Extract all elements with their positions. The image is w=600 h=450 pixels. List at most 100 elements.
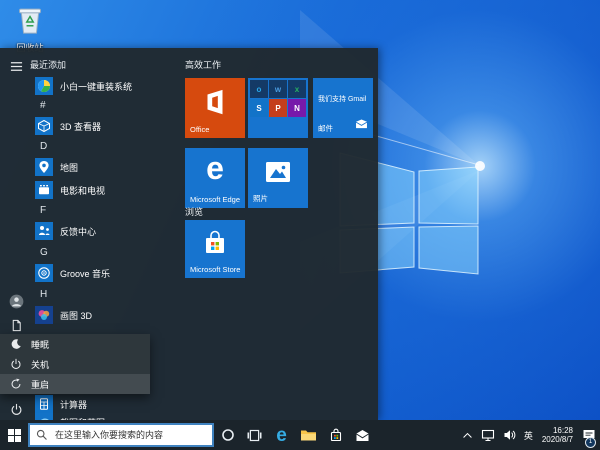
restart-label: 重启 [31,378,49,391]
app-label: 小白一键重装系统 [60,80,132,93]
chevron-up-icon [462,431,473,440]
app-label: 反馈中心 [60,225,96,238]
office-apps-folder-tile[interactable]: o w x S P N [248,78,308,138]
store-taskbar-button[interactable] [322,420,349,450]
store-tile[interactable]: Microsoft Store [185,220,245,278]
xiaobai-app-icon [35,77,53,95]
notification-badge: 1 [585,437,596,448]
restart-icon [9,377,23,391]
shutdown-power-icon [9,357,23,371]
sleep-menu-item[interactable]: 睡眠 [0,334,150,354]
app-item-calculator[interactable]: 计算器 [30,395,180,413]
app-item-feedback-hub[interactable]: 反馈中心 [30,222,180,240]
photos-icon [248,160,308,184]
mail-taskbar-button[interactable] [349,420,376,450]
photos-tile[interactable]: 照片 [248,148,308,208]
shutdown-menu-item[interactable]: 关机 [0,354,150,374]
windows-logo-icon [8,429,21,442]
app-item-groove-music[interactable]: Groove 音乐 [30,264,180,282]
tile-group-title-browse[interactable]: 浏览 [185,205,203,218]
word-icon: w [269,80,287,98]
file-explorer-button[interactable] [295,420,322,450]
app-label: Groove 音乐 [60,267,110,280]
task-view-button[interactable] [241,420,268,450]
mail-promo-text: 我们支持 Gmail [318,94,370,104]
movies-tv-app-icon [35,181,53,199]
taskbar: e 英 16:28 2020/8/7 [0,420,600,450]
cortana-icon [221,428,235,442]
edge-taskbar-button[interactable]: e [268,420,295,450]
clock-time: 16:28 [542,426,573,435]
app-label: 3D 查看器 [60,120,101,133]
store-bag-icon [185,230,245,258]
app-label: 电影和电视 [60,184,105,197]
shutdown-label: 关机 [31,358,49,371]
groove-music-app-icon [35,264,53,282]
mail-tile-label: 邮件 [318,123,333,134]
office-tile[interactable]: Office [185,78,245,138]
power-button-icon[interactable] [8,401,24,417]
section-letter-g[interactable]: G [30,247,190,258]
app-item-movies-tv[interactable]: 电影和电视 [30,181,180,199]
mail-envelope-icon [355,116,368,134]
desktop: 回收站 最近添加 小白一键重装系统 [0,0,600,450]
app-item-snip-sketch[interactable]: 截图和草图 [30,413,180,420]
office-logo-icon [185,86,245,118]
app-item-3d-viewer[interactable]: 3D 查看器 [30,117,180,135]
restart-menu-item[interactable]: 重启 [0,374,150,394]
powerpoint-icon: P [269,99,287,117]
user-avatar-icon[interactable] [8,293,24,309]
action-center-button[interactable]: 1 [578,420,600,450]
store-tile-label: Microsoft Store [190,265,240,274]
app-item-xiaobai[interactable]: 小白一键重装系统 [30,77,180,95]
mail-icon [355,429,370,442]
section-letter-hash[interactable]: # [30,100,190,111]
edge-tile[interactable]: e Microsoft Edge [185,148,245,208]
taskbar-clock[interactable]: 16:28 2020/8/7 [537,426,578,444]
outlook-icon: o [250,80,268,98]
cortana-button[interactable] [214,420,241,450]
mail-tile[interactable]: 我们支持 Gmail 邮件 [313,78,373,138]
app-label: 画图 3D [60,309,92,322]
app-item-paint-3d[interactable]: 画图 3D [30,306,180,324]
edge-tile-label: Microsoft Edge [190,195,240,204]
edge-logo-icon: e [185,150,245,186]
input-language-indicator[interactable]: 英 [520,420,537,450]
clock-date: 2020/8/7 [542,435,573,444]
speaker-icon [503,429,516,441]
network-status-button[interactable] [477,420,499,450]
search-icon [36,429,48,441]
power-flyout-menu: 睡眠 关机 重启 [0,334,150,394]
app-label: 计算器 [60,398,87,411]
file-explorer-icon [300,428,317,442]
hamburger-menu-icon[interactable] [8,58,24,74]
show-hidden-icons-button[interactable] [458,420,477,450]
recently-added-header: 最近添加 [30,58,180,71]
section-letter-f[interactable]: F [30,205,190,216]
app-item-maps[interactable]: 地图 [30,158,180,176]
recycle-bin-icon [15,3,45,35]
office-apps-folder-grid: o w x S P N [250,80,306,117]
recycle-bin-shortcut[interactable]: 回收站 [6,3,54,54]
store-icon [329,428,343,442]
snip-sketch-app-icon [35,413,53,420]
maps-app-icon [35,158,53,176]
volume-button[interactable] [499,420,520,450]
search-input[interactable] [53,429,207,441]
section-letter-d[interactable]: D [30,141,190,152]
network-monitor-icon [481,429,495,442]
app-label: 地图 [60,161,78,174]
start-menu-tiles: 高效工作 Office o w x S P N 我们支持 Gmail [182,48,378,420]
system-tray: 英 16:28 2020/8/7 1 [458,420,600,450]
paint-3d-app-icon [35,306,53,324]
taskbar-search-box[interactable] [28,423,214,447]
start-button[interactable] [0,420,28,450]
documents-icon[interactable] [8,317,24,333]
tile-group-title-productivity[interactable]: 高效工作 [185,58,221,71]
sleep-label: 睡眠 [31,338,49,351]
feedback-hub-app-icon [35,222,53,240]
task-view-icon [247,429,262,442]
office-tile-label: Office [190,125,209,134]
section-letter-h[interactable]: H [30,289,190,300]
excel-icon: x [288,80,306,98]
